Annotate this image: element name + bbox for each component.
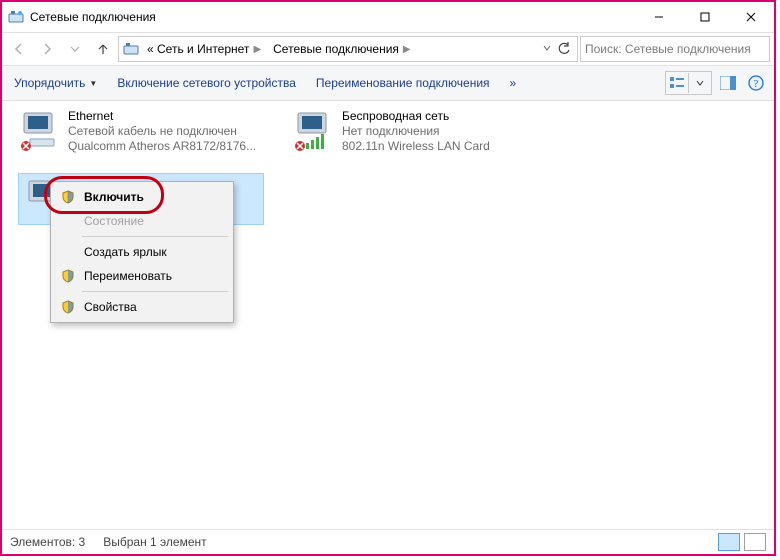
chevron-right-icon: ▶: [253, 44, 261, 55]
view-mode-button[interactable]: [666, 73, 688, 93]
wifi-adapter-icon: [292, 109, 336, 153]
chevron-right-icon: ▶: [403, 44, 411, 55]
toolbar-overflow[interactable]: »: [504, 73, 523, 93]
search-input[interactable]: Поиск: Сетевые подключения: [580, 36, 770, 62]
view-details-button[interactable]: [718, 533, 740, 551]
app-icon: [8, 9, 24, 25]
shield-icon: [60, 268, 76, 284]
rename-connection-label: Переименование подключения: [316, 76, 490, 90]
connection-device: Qualcomm Atheros AR8172/8176...: [68, 139, 256, 154]
connection-status: Нет подключения: [342, 124, 490, 139]
connection-status: Сетевой кабель не подключен: [68, 124, 256, 139]
refresh-button[interactable]: [553, 37, 575, 61]
connection-device: 802.11n Wireless LAN Card: [342, 139, 490, 154]
ethernet-adapter-icon: [18, 109, 62, 153]
help-button[interactable]: ?: [744, 72, 768, 94]
maximize-button[interactable]: [682, 2, 728, 32]
ctx-state: Состояние: [54, 209, 230, 233]
minimize-button[interactable]: [636, 2, 682, 32]
window-frame: Сетевые подключения « Сеть и Интернет ▶ С…: [0, 0, 776, 556]
breadcrumb-dropdown[interactable]: [541, 42, 553, 57]
shield-icon: [60, 299, 76, 315]
view-large-icons-button[interactable]: [744, 533, 766, 551]
ctx-enable-label: Включить: [84, 190, 224, 204]
svg-text:?: ?: [754, 78, 759, 90]
ctx-create-shortcut-label: Создать ярлык: [84, 245, 224, 259]
location-icon: [123, 41, 139, 57]
forward-button[interactable]: [34, 37, 60, 61]
breadcrumb-seg-1-label: « Сеть и Интернет: [147, 42, 249, 56]
ctx-create-shortcut[interactable]: Создать ярлык: [54, 240, 230, 264]
menu-separator: [82, 291, 228, 292]
connection-wifi[interactable]: Беспроводная сеть Нет подключения 802.11…: [292, 109, 532, 154]
status-selection: Выбран 1 элемент: [103, 535, 206, 549]
ctx-properties[interactable]: Свойства: [54, 295, 230, 319]
chevron-down-icon: ▼: [89, 79, 97, 88]
breadcrumb-seg-2[interactable]: Сетевые подключения ▶: [267, 38, 416, 60]
ctx-properties-label: Свойства: [84, 300, 224, 314]
status-item-count: Элементов: 3: [10, 535, 85, 549]
title-bar: Сетевые подключения: [2, 2, 774, 32]
breadcrumb-seg-2-label: Сетевые подключения: [273, 42, 399, 56]
view-mode-split[interactable]: [665, 71, 712, 95]
address-bar: « Сеть и Интернет▶ Сетевые подключения▶ …: [2, 32, 774, 66]
menu-separator: [82, 236, 228, 237]
breadcrumb[interactable]: « Сеть и Интернет ▶ Сетевые подключения ▶: [118, 36, 578, 62]
shield-icon: [60, 189, 76, 205]
context-menu: Включить Состояние Создать ярлык Переиме…: [50, 181, 234, 323]
toolbar-overflow-label: »: [510, 76, 517, 90]
search-placeholder: Поиск: Сетевые подключения: [585, 42, 751, 56]
window-title: Сетевые подключения: [30, 10, 156, 24]
content-area: Ethernet Сетевой кабель не подключен Qua…: [2, 101, 774, 533]
enable-device-label: Включение сетевого устройства: [117, 76, 296, 90]
ctx-enable[interactable]: Включить: [54, 185, 230, 209]
command-bar: Упорядочить ▼ Включение сетевого устройст…: [2, 66, 774, 101]
recent-dropdown[interactable]: [62, 37, 88, 61]
breadcrumb-seg-1[interactable]: « Сеть и Интернет ▶: [141, 38, 267, 60]
preview-pane-button[interactable]: [716, 72, 740, 94]
up-button[interactable]: [90, 37, 116, 61]
connection-name: Ethernet: [68, 109, 256, 124]
back-button[interactable]: [6, 37, 32, 61]
connection-name: Беспроводная сеть: [342, 109, 490, 124]
ctx-state-label: Состояние: [84, 214, 224, 228]
view-mode-dropdown[interactable]: [688, 73, 711, 93]
ctx-rename-label: Переименовать: [84, 269, 224, 283]
connection-wifi-text: Беспроводная сеть Нет подключения 802.11…: [342, 109, 490, 154]
rename-connection-button[interactable]: Переименование подключения: [310, 73, 496, 93]
connection-ethernet-text: Ethernet Сетевой кабель не подключен Qua…: [68, 109, 256, 154]
status-bar: Элементов: 3 Выбран 1 элемент: [2, 529, 774, 554]
close-button[interactable]: [728, 2, 774, 32]
ctx-rename[interactable]: Переименовать: [54, 264, 230, 288]
organize-label: Упорядочить: [14, 76, 85, 90]
enable-device-button[interactable]: Включение сетевого устройства: [111, 73, 302, 93]
connection-ethernet[interactable]: Ethernet Сетевой кабель не подключен Qua…: [18, 109, 258, 154]
organize-button[interactable]: Упорядочить ▼: [8, 73, 103, 93]
